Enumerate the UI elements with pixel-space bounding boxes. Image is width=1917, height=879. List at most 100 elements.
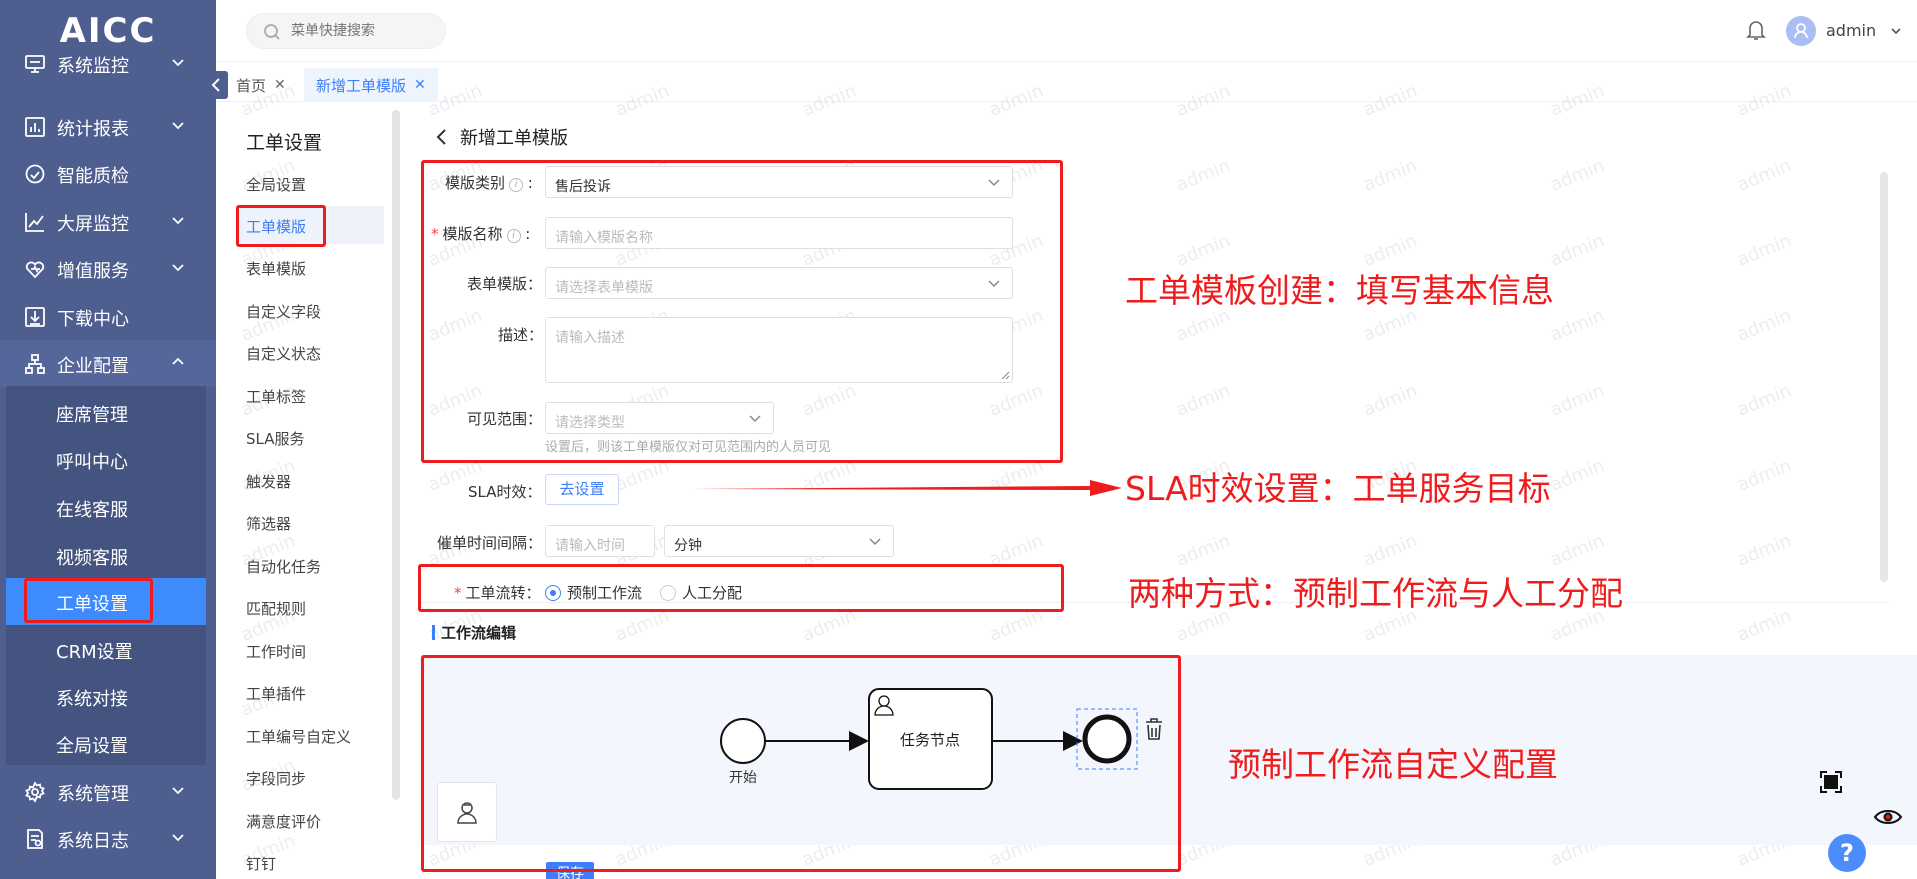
reminder-interval-placeholder: 请输入时间 <box>555 538 625 554</box>
chevron-down-icon <box>172 787 184 795</box>
sla-settings-button[interactable]: 去设置 <box>545 474 619 505</box>
trend-chart-icon <box>25 213 44 232</box>
watermark: admin <box>1734 155 1795 196</box>
org-tree-icon <box>25 354 45 374</box>
annotation-box-basic-info <box>421 160 1063 463</box>
username[interactable]: admin <box>1826 21 1876 40</box>
close-icon[interactable]: ✕ <box>274 77 286 93</box>
settings-nav-item[interactable]: 工单标签 <box>246 386 306 407</box>
back-arrow-icon[interactable] <box>432 127 452 147</box>
sidebar-subitem-online-service[interactable]: 在线客服 <box>6 484 206 531</box>
watermark: admin <box>1547 305 1608 346</box>
chevron-left-icon <box>211 78 220 92</box>
watermark: admin <box>1734 380 1795 421</box>
menu-search[interactable] <box>246 13 446 49</box>
sidebar-subitem-label: 在线客服 <box>56 500 128 521</box>
reminder-unit-value: 分钟 <box>674 538 702 554</box>
annotation-box-sidebar-ticket <box>24 578 153 623</box>
sidebar-item-label: 系统监控 <box>57 56 129 77</box>
sidebar-item-quality-check[interactable]: 智能质检 <box>0 150 216 197</box>
sidebar-item-system-management[interactable]: 系统管理 <box>0 768 216 815</box>
reminder-interval-label: 催单时间间隔： <box>437 534 543 552</box>
chevron-down-icon <box>869 538 881 546</box>
sidebar-subitem-video-service[interactable]: 视频客服 <box>6 532 206 579</box>
sla-label-text: SLA时效 <box>468 483 527 501</box>
sidebar-subitem-label: 座席管理 <box>56 405 128 426</box>
sidebar-item-label: 系统管理 <box>57 784 129 805</box>
search-input[interactable] <box>291 22 436 38</box>
tab-label: 首页 <box>236 76 267 95</box>
avatar[interactable] <box>1786 16 1816 46</box>
sidebar-subitem-global-settings[interactable]: 全局设置 <box>6 720 206 767</box>
sidebar-collapse-button[interactable] <box>206 71 228 99</box>
sidebar-item-label: 统计报表 <box>57 119 129 140</box>
watermark: admin <box>1547 380 1608 421</box>
page-title: 新增工单模版 <box>432 124 568 150</box>
annotation-text: 预制工作流自定义配置 <box>1228 745 1558 784</box>
settings-nav-item[interactable]: 自定义字段 <box>246 301 321 322</box>
watermark: admin <box>1547 230 1608 271</box>
sidebar: AICC 系统监控 统计报表 智能质检 大屏监控 增值服务 下载中心 企业配置 … <box>0 0 216 879</box>
settings-nav-item[interactable]: 表单模版 <box>246 258 306 279</box>
watermark: admin <box>1547 455 1608 496</box>
settings-nav-item[interactable]: 工作时间 <box>246 641 306 662</box>
sidebar-item-system-monitor[interactable]: 系统监控 <box>0 40 216 87</box>
sidebar-item-label: 增值服务 <box>57 261 129 282</box>
sidebar-item-statistics[interactable]: 统计报表 <box>0 103 216 150</box>
settings-nav-item[interactable]: 自动化任务 <box>246 556 321 577</box>
quality-check-icon <box>25 164 45 184</box>
watermark: admin <box>1173 530 1234 571</box>
watermark: admin <box>1173 380 1234 421</box>
chevron-up-icon <box>172 357 184 365</box>
sla-label: SLA时效： <box>468 483 542 501</box>
app-root: AICC 系统监控 统计报表 智能质检 大屏监控 增值服务 下载中心 企业配置 … <box>0 0 1917 879</box>
fullscreen-icon[interactable] <box>1820 771 1842 793</box>
search-icon <box>264 24 280 40</box>
sidebar-subitem-crm-settings[interactable]: CRM设置 <box>6 626 206 673</box>
workflow-section-title: 工作流编辑 <box>432 622 516 643</box>
tab-home[interactable]: 首页 ✕ <box>236 68 286 102</box>
reminder-unit-select[interactable]: 分钟 <box>664 525 894 557</box>
settings-nav-item[interactable]: 触发器 <box>246 471 291 492</box>
annotation-text: 工单模板创建：填写基本信息 <box>1125 271 1554 310</box>
help-button[interactable]: ? <box>1828 834 1866 872</box>
watermark: admin <box>1734 230 1795 271</box>
close-icon[interactable]: ✕ <box>414 77 426 93</box>
settings-nav-item[interactable]: 工单编号自定义 <box>246 726 351 747</box>
sidebar-subitem-seat-management[interactable]: 座席管理 <box>6 389 206 436</box>
sidebar-item-enterprise-config[interactable]: 企业配置 <box>0 340 216 387</box>
eye-icon[interactable] <box>1873 810 1903 824</box>
reminder-interval-input[interactable]: 请输入时间 <box>545 525 655 557</box>
sidebar-item-system-log[interactable]: 系统日志 <box>0 815 216 862</box>
chevron-down-icon[interactable] <box>1890 25 1902 37</box>
settings-nav-item[interactable]: 筛选器 <box>246 513 291 534</box>
sidebar-subitem-system-integration[interactable]: 系统对接 <box>6 673 206 720</box>
settings-nav-item[interactable]: 匹配规则 <box>246 598 306 619</box>
settings-nav-item[interactable]: 字段同步 <box>246 768 306 789</box>
chevron-down-icon <box>172 264 184 272</box>
watermark: admin <box>1360 530 1421 571</box>
sidebar-subitem-label: 呼叫中心 <box>56 452 128 473</box>
annotation-box-nav-template <box>236 205 326 247</box>
chevron-down-icon <box>172 217 184 225</box>
sidebar-item-value-added[interactable]: 增值服务 <box>0 245 216 292</box>
sidebar-item-download-center[interactable]: 下载中心 <box>0 293 216 340</box>
monitor-icon <box>25 55 45 73</box>
settings-nav-item[interactable]: 全局设置 <box>246 174 306 195</box>
sidebar-item-big-screen[interactable]: 大屏监控 <box>0 198 216 245</box>
bell-icon[interactable] <box>1746 19 1766 41</box>
settings-nav-item[interactable]: 自定义状态 <box>246 343 321 364</box>
sidebar-item-label: 大屏监控 <box>57 214 129 235</box>
sidebar-subitem-call-center[interactable]: 呼叫中心 <box>6 436 206 483</box>
tabs-bar: 首页 ✕ 新增工单模版 ✕ <box>216 68 1917 102</box>
settings-nav-scrollbar[interactable] <box>392 110 400 800</box>
chevron-down-icon <box>172 122 184 130</box>
download-icon <box>25 307 45 327</box>
settings-nav-item[interactable]: SLA服务 <box>246 428 304 449</box>
settings-nav-item[interactable]: 满意度评价 <box>246 811 321 832</box>
settings-nav-item[interactable]: 工单插件 <box>246 683 306 704</box>
form-scrollbar[interactable] <box>1880 172 1888 582</box>
tab-new-template[interactable]: 新增工单模版 ✕ <box>304 68 438 102</box>
settings-nav-item[interactable]: 钉钉 <box>246 853 276 874</box>
watermark: admin <box>1734 305 1795 346</box>
